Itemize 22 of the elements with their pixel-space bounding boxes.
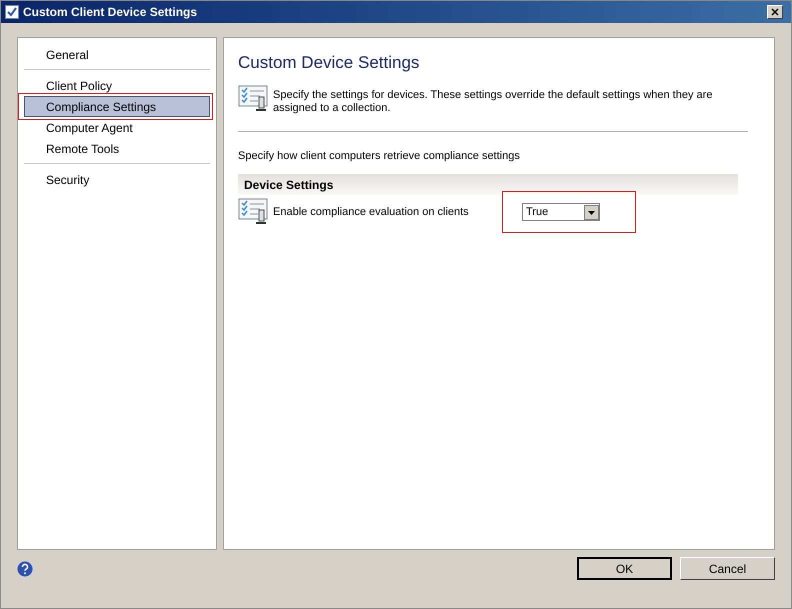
close-icon (771, 8, 779, 16)
dialog-button[interactable]: Cancel (680, 557, 775, 580)
checkbox-icon (5, 5, 19, 19)
value-dropdown[interactable]: True (522, 203, 600, 221)
checklist-icon (238, 197, 268, 227)
sidebar-item[interactable]: Remote Tools (24, 138, 210, 159)
window-title: Custom Client Device Settings (23, 4, 198, 21)
description-text: Specify the settings for devices. These settings override the default settings when they are assigned to a collection. (273, 88, 714, 114)
instruction-text: Specify how client computers retrieve compliance settings (238, 148, 521, 164)
sidebar-item[interactable]: Security (24, 169, 210, 190)
sidebar-item[interactable]: General (24, 44, 210, 65)
setting-label: Enable compliance evaluation on clients (273, 204, 470, 220)
caret-icon (584, 204, 599, 220)
sidebar-item[interactable]: Client Policy (24, 75, 210, 96)
sidebar-item[interactable]: Compliance Settings (24, 96, 210, 117)
sidebar-item[interactable]: Computer Agent (24, 117, 210, 138)
checklist-icon (238, 84, 268, 114)
dialog-button[interactable]: OK (577, 557, 672, 580)
page-title: Custom Device Settings (238, 52, 420, 74)
help-icon[interactable] (17, 560, 33, 576)
close-button[interactable] (767, 5, 783, 19)
section-title: Device Settings (244, 176, 334, 194)
